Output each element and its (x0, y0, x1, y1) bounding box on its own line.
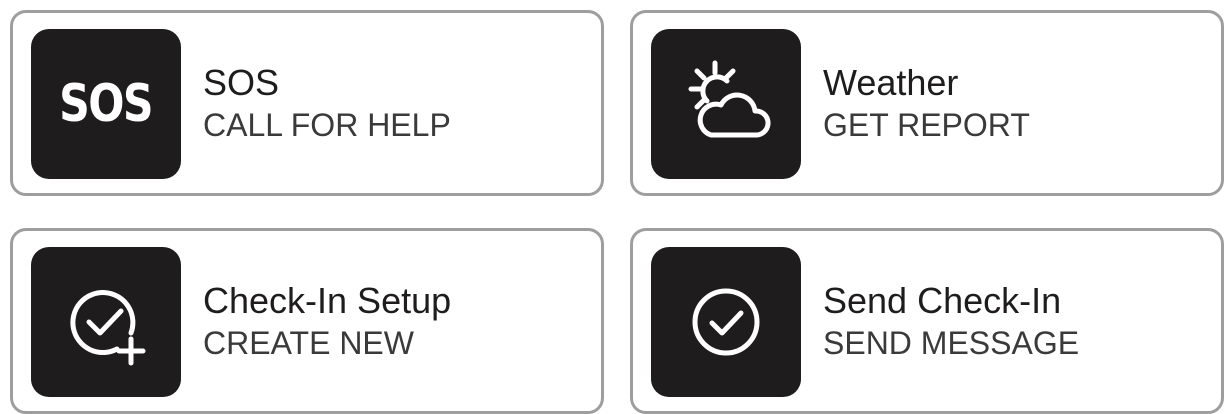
send-checkin-icon (692, 288, 760, 356)
sos-card[interactable]: SOS SOS CALL FOR HELP (10, 10, 604, 196)
checkin-setup-icon (70, 290, 146, 366)
send-checkin-card-text: Send Check-In SEND MESSAGE (823, 231, 1079, 411)
app-root: { "cards": [ { "icon": "sos-icon", "icon… (0, 0, 1224, 414)
weather-icon (688, 60, 771, 138)
weather-card-text: Weather GET REPORT (823, 13, 1030, 193)
weather-card[interactable]: Weather GET REPORT (630, 10, 1224, 196)
weather-card-subtitle: GET REPORT (823, 107, 1030, 143)
weather-card-title: Weather (823, 62, 959, 103)
sos-icon-tile: SOS (31, 29, 181, 179)
sos-card-title: SOS (203, 62, 280, 103)
weather-icon-tile (651, 29, 801, 179)
checkin-setup-card-title: Check-In Setup (203, 280, 452, 321)
sos-card-subtitle: CALL FOR HELP (203, 107, 451, 143)
checkin-setup-icon-tile (31, 247, 181, 397)
send-checkin-icon-tile (651, 247, 801, 397)
send-checkin-card[interactable]: Send Check-In SEND MESSAGE (630, 228, 1224, 414)
checkin-setup-card-subtitle: CREATE NEW (203, 325, 414, 361)
sos-icon: SOS (59, 74, 154, 134)
send-checkin-card-title: Send Check-In (823, 280, 1062, 321)
send-checkin-card-subtitle: SEND MESSAGE (823, 325, 1080, 361)
checkin-setup-card-text: Check-In Setup CREATE NEW (203, 231, 451, 411)
sos-card-text: SOS CALL FOR HELP (203, 13, 451, 193)
checkin-setup-card[interactable]: Check-In Setup CREATE NEW (10, 228, 604, 414)
